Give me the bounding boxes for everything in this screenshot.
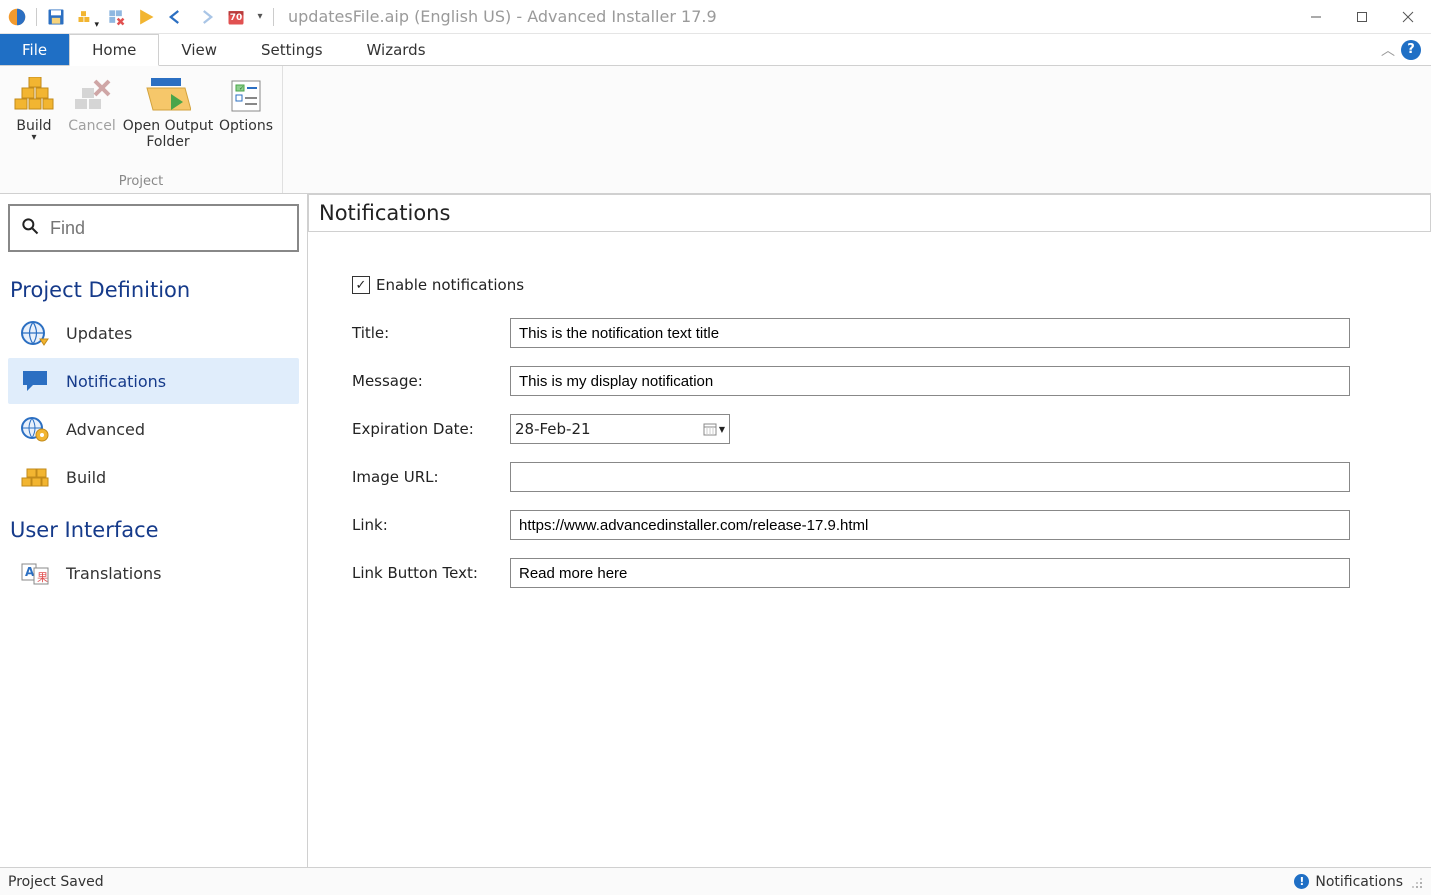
bricks-icon (18, 462, 52, 492)
sidebar-item-notifications[interactable]: Notifications (8, 358, 299, 404)
message-label: Message: (352, 372, 510, 390)
linkbtn-label: Link Button Text: (352, 564, 510, 582)
bricks-icon (10, 74, 58, 118)
build-button[interactable]: ▾ (73, 4, 99, 30)
window-controls (1293, 0, 1431, 34)
save-button[interactable] (43, 4, 69, 30)
cancel-build-button[interactable] (103, 4, 129, 30)
translations-icon: A果 (18, 558, 52, 588)
info-icon: ! (1294, 874, 1309, 889)
ribbon-cancel-label: Cancel (68, 118, 115, 134)
find-input[interactable] (48, 217, 287, 240)
nav-label: Notifications (66, 372, 166, 391)
checkbox-checked-icon: ✓ (352, 276, 370, 294)
open-folder-icon (144, 74, 192, 118)
find-box[interactable] (8, 204, 299, 252)
content-panel: Notifications ✓ Enable notifications Tit… (308, 194, 1431, 867)
link-input[interactable] (510, 510, 1350, 540)
ribbon-options-button[interactable]: ✓ Options (216, 72, 276, 134)
app-icon[interactable] (4, 4, 30, 30)
ribbon-open-output-button[interactable]: Open Output Folder (122, 72, 214, 150)
ribbon-body: Build ▾ Cancel Open Output Folder ✓ Opti (0, 66, 1431, 194)
ribbon-cancel-button: Cancel (64, 72, 120, 134)
imageurl-label: Image URL: (352, 468, 510, 486)
message-input[interactable] (510, 366, 1350, 396)
help-button[interactable]: ? (1401, 40, 1421, 60)
section-user-interface: User Interface (8, 512, 299, 548)
status-right-label: Notifications (1315, 874, 1403, 890)
nav-forward-button[interactable] (193, 4, 219, 30)
ribbon-build-button[interactable]: Build ▾ (6, 72, 62, 143)
expiration-label: Expiration Date: (352, 420, 510, 438)
svg-text:果: 果 (37, 571, 48, 584)
sidebar-item-updates[interactable]: Updates (8, 310, 299, 356)
link-label: Link: (352, 516, 510, 534)
separator (273, 8, 274, 26)
status-left: Project Saved (8, 874, 104, 890)
status-bar: Project Saved ! Notifications (0, 867, 1431, 895)
nav-label: Updates (66, 324, 132, 343)
ribbon-group-label: Project (119, 172, 163, 193)
search-icon (20, 216, 40, 240)
ribbon-open-output-label: Open Output Folder (122, 118, 214, 150)
ribbon-group-project: Build ▾ Cancel Open Output Folder ✓ Opti (0, 66, 283, 193)
enable-label: Enable notifications (376, 276, 524, 294)
chevron-down-icon: ▾ (31, 132, 36, 143)
tab-home[interactable]: Home (69, 34, 159, 66)
nav-label: Translations (66, 564, 162, 583)
options-icon: ✓ (222, 74, 270, 118)
title-bar: ▾ 70 ▾ updatesFile.aip (English US) - Ad… (0, 0, 1431, 34)
ribbon-options-label: Options (219, 118, 273, 134)
status-right[interactable]: ! Notifications (1294, 874, 1423, 890)
close-button[interactable] (1385, 0, 1431, 34)
expiration-date-picker[interactable]: 28-Feb-21 ▼ (510, 414, 730, 444)
qa-customize-dropdown[interactable]: ▾ (253, 4, 267, 30)
calendar-icon (703, 422, 717, 436)
chevron-down-icon: ▼ (719, 425, 725, 434)
calendar-badge-icon[interactable]: 70 (223, 4, 249, 30)
sidebar-item-translations[interactable]: A果 Translations (8, 550, 299, 596)
svg-text:✓: ✓ (239, 85, 244, 92)
globe-arrow-icon (18, 318, 52, 348)
tab-wizards[interactable]: Wizards (345, 34, 448, 65)
cancel-bricks-icon (68, 74, 116, 118)
run-button[interactable] (133, 4, 159, 30)
tab-view[interactable]: View (159, 34, 239, 65)
imageurl-input[interactable] (510, 462, 1350, 492)
tab-file[interactable]: File (0, 34, 69, 65)
sidebar-item-advanced[interactable]: Advanced (8, 406, 299, 452)
chat-icon (18, 366, 52, 396)
separator (36, 8, 37, 26)
main-area: Project Definition Updates Notifications… (0, 194, 1431, 867)
expiration-value: 28-Feb-21 (515, 420, 699, 438)
enable-notifications-checkbox[interactable]: ✓ Enable notifications (352, 276, 1391, 294)
tab-settings[interactable]: Settings (239, 34, 345, 65)
ribbon-collapse-icon[interactable]: ︿ (1381, 40, 1395, 60)
nav-label: Build (66, 468, 106, 487)
nav-back-button[interactable] (163, 4, 189, 30)
sidebar-item-build[interactable]: Build (8, 454, 299, 500)
title-input[interactable] (510, 318, 1350, 348)
resize-grip-icon[interactable] (1409, 875, 1423, 889)
window-title: updatesFile.aip (English US) - Advanced … (288, 7, 1293, 26)
notifications-form: ✓ Enable notifications Title: Message: E… (308, 232, 1431, 626)
nav-label: Advanced (66, 420, 145, 439)
badge-count: 70 (230, 13, 243, 23)
maximize-button[interactable] (1339, 0, 1385, 34)
globe-gear-icon (18, 414, 52, 444)
page-title: Notifications (308, 194, 1431, 232)
quick-access-toolbar: ▾ 70 ▾ (4, 4, 276, 30)
linkbtn-input[interactable] (510, 558, 1350, 588)
title-label: Title: (352, 324, 510, 342)
date-dropdown-button[interactable]: ▼ (699, 415, 729, 443)
sidebar: Project Definition Updates Notifications… (0, 194, 308, 867)
minimize-button[interactable] (1293, 0, 1339, 34)
section-project-definition: Project Definition (8, 272, 299, 308)
ribbon-tabstrip: File Home View Settings Wizards ︿ ? (0, 34, 1431, 66)
